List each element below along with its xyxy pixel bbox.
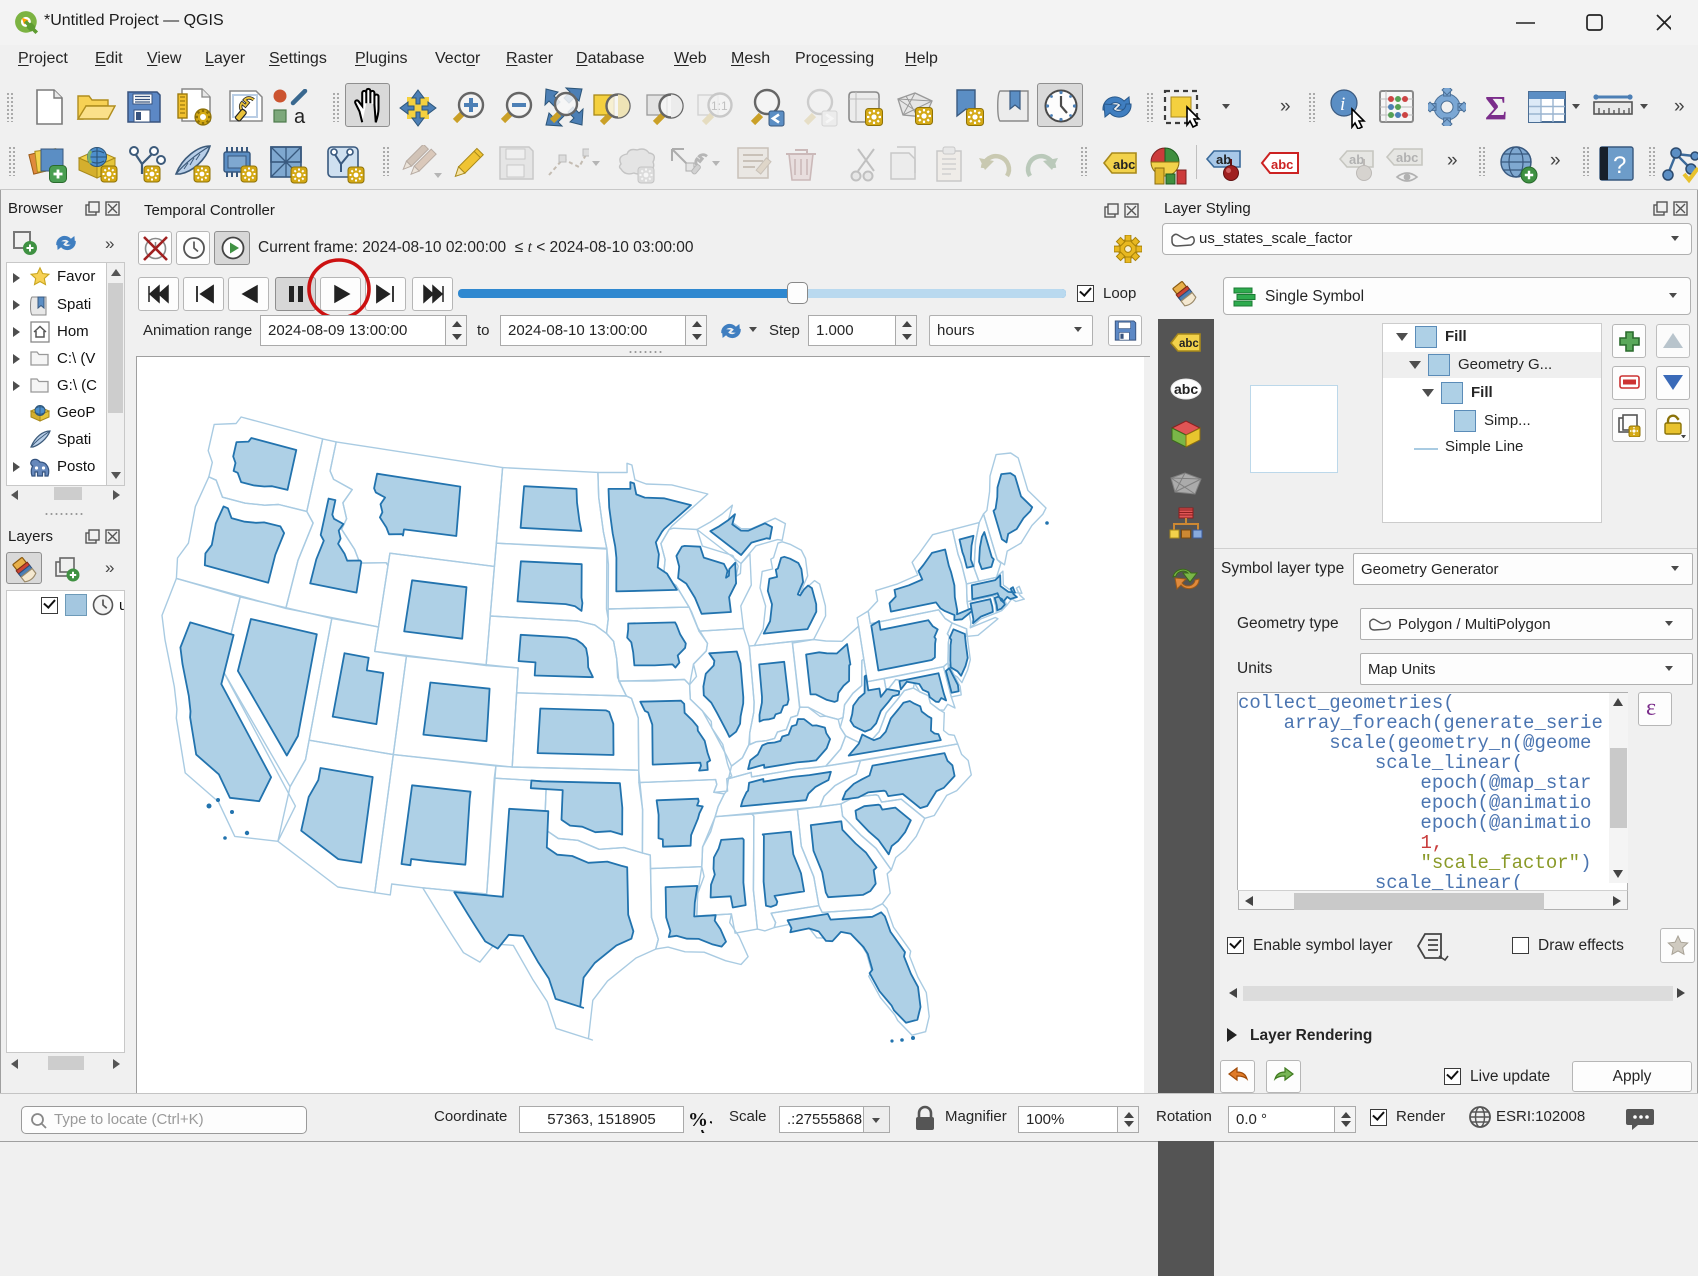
svg-text:i: i <box>1340 94 1345 115</box>
svg-text:ab: ab <box>1216 152 1231 167</box>
svg-text:%: % <box>688 1109 708 1131</box>
svg-text:?: ? <box>1613 152 1626 179</box>
svg-text:abc: abc <box>1396 150 1418 165</box>
svg-text:Σ: Σ <box>1485 90 1507 124</box>
svg-text:ab: ab <box>1349 152 1364 167</box>
svg-text:abc: abc <box>1271 157 1293 172</box>
svg-text:abc: abc <box>1113 157 1135 172</box>
